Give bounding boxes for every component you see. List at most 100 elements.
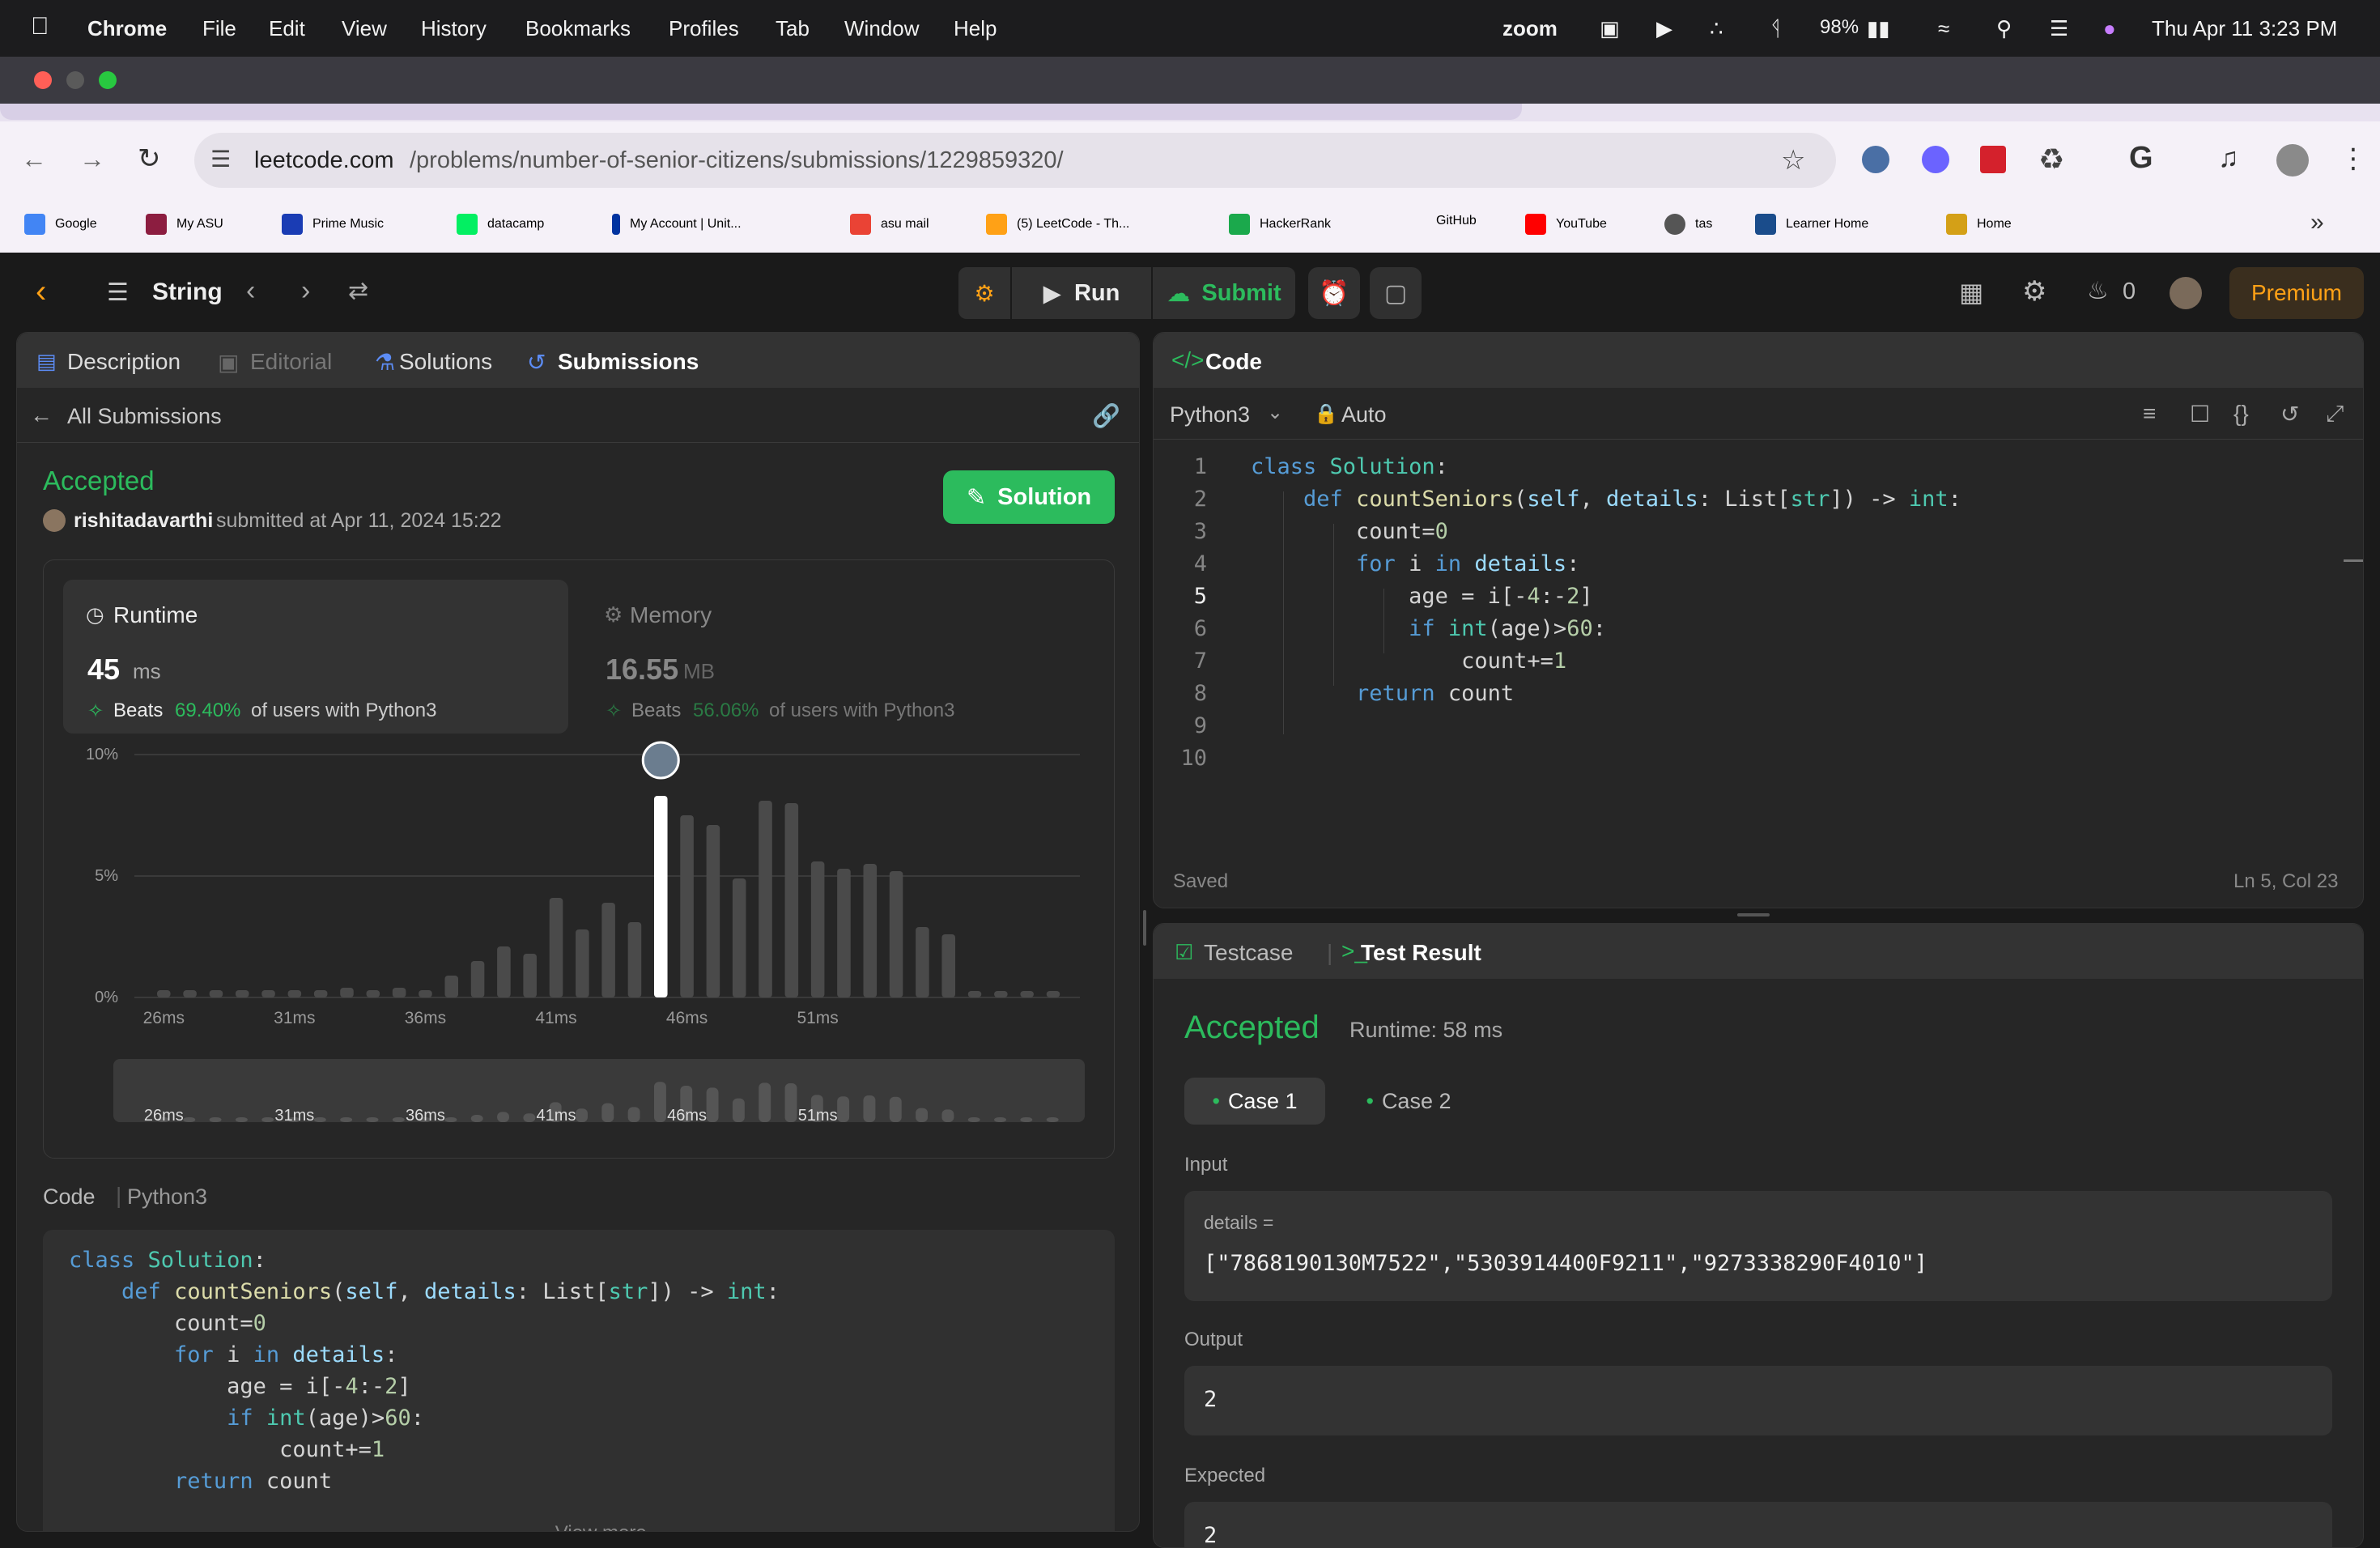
bar[interactable] — [810, 861, 825, 997]
wifi-icon[interactable]: ≈ — [1938, 16, 1949, 41]
bookmark-youtube[interactable]: YouTube — [1525, 214, 1607, 235]
profile-avatar[interactable] — [2276, 144, 2309, 176]
runtime-card[interactable]: ◷ Runtime 45 ms ✧ Beats 69.40% of users … — [63, 580, 568, 734]
braces-icon[interactable]: {} — [2233, 401, 2249, 427]
menu-profiles[interactable]: Profiles — [669, 16, 739, 41]
bookmark-my-asu[interactable]: My ASU — [146, 214, 223, 235]
tab-testcase[interactable]: Testcase — [1204, 940, 1294, 966]
tab-test-result[interactable]: Test Result — [1361, 940, 1481, 966]
bar[interactable] — [1020, 991, 1034, 997]
tab-editorial[interactable]: Editorial — [250, 349, 332, 375]
bar[interactable] — [340, 988, 354, 997]
back-arrow-icon[interactable]: ← — [30, 402, 53, 428]
menu-tab[interactable]: Tab — [776, 16, 810, 41]
bar[interactable] — [261, 990, 275, 997]
bookmark-learner-home[interactable]: Learner Home — [1755, 214, 1868, 235]
bar[interactable] — [1046, 991, 1060, 997]
control-center-icon[interactable]: ☰ — [2050, 16, 2068, 41]
bookmark-icon[interactable]: ☐ — [2190, 401, 2210, 427]
submitter-name[interactable]: rishitadavarthi — [74, 509, 213, 533]
reload-icon[interactable]: ↻ — [138, 142, 161, 175]
menu-help[interactable]: Help — [954, 16, 997, 41]
bookmark-home[interactable]: Home — [1946, 214, 2012, 235]
problem-list-icon[interactable]: ☰ — [107, 279, 129, 307]
bar[interactable] — [784, 803, 799, 997]
menu-view[interactable]: View — [342, 16, 387, 41]
view-more-link[interactable]: ⌄ View more — [533, 1521, 647, 1531]
case-2-tab[interactable]: • Case 2 — [1338, 1078, 1479, 1125]
bar[interactable] — [313, 990, 328, 997]
submitted-code-block[interactable]: class Solution: def countSeniors(self, d… — [43, 1230, 1115, 1531]
auto-mode[interactable]: Auto — [1341, 402, 1387, 427]
bar[interactable] — [941, 934, 955, 997]
close-window-button[interactable] — [34, 71, 52, 89]
bar[interactable] — [287, 990, 302, 997]
run-button[interactable]: ▶ Run — [1012, 267, 1151, 319]
bar[interactable] — [916, 927, 929, 997]
bar[interactable] — [732, 878, 746, 997]
address-bar[interactable]: ☰ leetcode.com /problems/number-of-senio… — [194, 133, 1836, 188]
menu-edit[interactable]: Edit — [269, 16, 305, 41]
bar[interactable] — [497, 946, 511, 997]
bookmark-prime-music[interactable]: Prime Music — [282, 214, 384, 235]
horizontal-resize-handle[interactable] — [1737, 913, 1770, 916]
minimize-window-button[interactable] — [66, 71, 84, 89]
bar[interactable] — [549, 898, 563, 997]
premium-button[interactable]: Premium — [2229, 267, 2364, 319]
apple-icon[interactable]:  — [31, 13, 49, 40]
bar[interactable] — [601, 903, 615, 997]
pdf-extension-icon[interactable] — [1980, 146, 2006, 173]
bar[interactable] — [523, 954, 537, 997]
bookmark-my-account[interactable]: My Account | Unit... — [612, 214, 742, 235]
leetcode-logo-icon[interactable]: ‹ — [36, 274, 46, 310]
menu-history[interactable]: History — [421, 16, 487, 41]
user-avatar[interactable] — [2170, 277, 2202, 309]
solution-button[interactable]: ✎ Solution — [943, 470, 1115, 524]
tab-solutions[interactable]: Solutions — [399, 349, 492, 375]
spotlight-icon[interactable]: ⚲ — [1996, 16, 2012, 41]
site-settings-icon[interactable]: ☰ — [210, 146, 231, 172]
zoom-status[interactable]: zoom — [1502, 16, 1558, 41]
bar[interactable] — [863, 864, 878, 997]
bookmark-github[interactable]: GitHub — [1436, 214, 1477, 228]
menu-bookmarks[interactable]: Bookmarks — [525, 16, 631, 41]
tab-submissions[interactable]: Submissions — [558, 349, 699, 375]
bar[interactable] — [470, 961, 485, 997]
siri-icon[interactable]: ● — [2103, 16, 2116, 41]
notes-button[interactable]: ▢ — [1370, 267, 1422, 319]
language-select[interactable]: Python3 — [1170, 402, 1250, 427]
extensions-puzzle-icon[interactable]: ♻ — [2038, 142, 2064, 176]
bar[interactable] — [444, 976, 459, 997]
bar[interactable] — [680, 815, 694, 997]
share-link-icon[interactable]: 🔗 — [1092, 402, 1120, 429]
tab-description[interactable]: Description — [67, 349, 181, 375]
menu-file[interactable]: File — [202, 16, 236, 41]
menu-app-name[interactable]: Chrome — [87, 16, 167, 41]
timer-button[interactable]: ⏰ — [1308, 267, 1360, 319]
streak-fire-icon[interactable]: ♨ — [2087, 277, 2109, 305]
range-brush[interactable] — [113, 1059, 1085, 1122]
all-submissions-link[interactable]: All Submissions — [67, 404, 222, 429]
more-bookmarks-icon[interactable]: » — [2310, 209, 2324, 236]
next-problem-icon[interactable]: › — [301, 275, 310, 307]
bookmark-datacamp[interactable]: datacamp — [457, 214, 544, 235]
bookmark-hackerrank[interactable]: HackerRank — [1229, 214, 1331, 235]
bar[interactable] — [157, 990, 171, 997]
bar[interactable] — [419, 990, 432, 997]
bar[interactable] — [759, 801, 772, 997]
bookmark-google[interactable]: Google — [24, 214, 97, 235]
case-1-tab[interactable]: • Case 1 — [1184, 1078, 1325, 1125]
bluetooth-icon[interactable]: ᛩ — [1770, 16, 1783, 41]
media-control-icon[interactable]: ♫ — [2218, 142, 2239, 174]
menu-window[interactable]: Window — [844, 16, 919, 41]
extension-icon-2[interactable] — [1922, 146, 1949, 173]
battery-icon[interactable]: ▮▮ — [1867, 16, 1890, 41]
bar[interactable] — [706, 825, 720, 997]
bar[interactable] — [994, 991, 1008, 997]
star-icon[interactable]: ☆ — [1781, 144, 1805, 176]
bar[interactable] — [366, 990, 380, 997]
tab-code[interactable]: Code — [1205, 349, 1262, 375]
forward-icon[interactable]: → — [79, 144, 105, 174]
highlighted-bar[interactable] — [653, 796, 668, 997]
reset-icon[interactable]: ↺ — [2280, 401, 2299, 427]
